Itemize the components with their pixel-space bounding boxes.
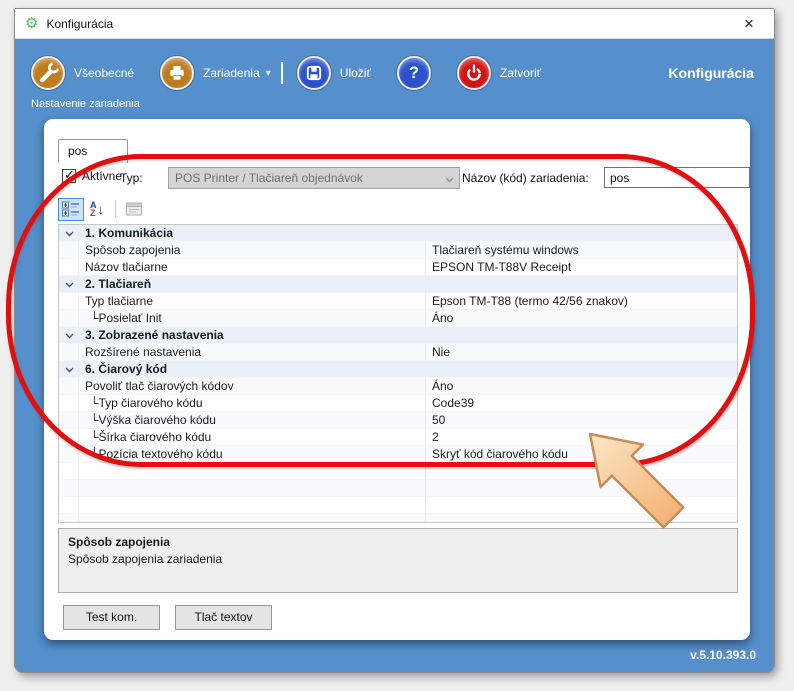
grid-row[interactable]: └Šírka čiarového kódu 2 [59,429,737,446]
description-text: Spôsob zapojenia zariadenia [68,552,728,566]
property-label: Povoliť tlač čiarových kódov [79,378,425,394]
property-value[interactable]: Skryť kód čiarového kódu [425,446,737,462]
screen: ⚙ Konfigurácia × Všeobecné [0,0,794,691]
property-label: └Pozícia textového kódu [79,446,425,462]
help-button[interactable]: ? [397,56,431,90]
category-label: 1. Komunikácia [79,225,737,241]
property-value[interactable]: Tlačiareň systému windows [425,242,737,258]
printer-icon [160,56,194,90]
category-row-zobrazene[interactable]: 3. Zobrazené nastavenia [59,327,737,344]
checkmark-icon: ✓ [64,167,75,183]
property-pages-button [121,198,147,221]
save-button[interactable]: Uložiť [297,56,371,90]
property-value[interactable]: 50 [425,412,737,428]
property-value[interactable]: 2 [425,429,737,445]
alphabetical-sort-button[interactable]: A Z ↓ [84,198,110,221]
devices-label: Zariadenia [203,66,260,80]
property-grid: 1. Komunikácia Spôsob zapojenia Tlačiare… [58,224,738,523]
device-name-label: Názov (kód) zariadenia: [462,171,589,185]
save-label: Uložiť [340,66,371,80]
empty-row [59,497,737,514]
device-header-row: ✓ Aktívne Typ: POS Printer / Tlačiareň o… [58,167,736,191]
category-label: 6. Čiarový kód [79,361,737,377]
grid-row[interactable]: Spôsob zapojenia Tlačiareň systému windo… [59,242,737,259]
description-title: Spôsob zapojenia [68,535,728,549]
chevron-down-icon [446,175,454,183]
title-bar: ⚙ Konfigurácia × [15,9,774,39]
property-description-panel: Spôsob zapojenia Spôsob zapojenia zariad… [58,528,738,593]
sort-az-icon: A Z ↓ [90,201,104,217]
pg-toolbar-separator [115,200,116,218]
active-checkbox-group[interactable]: ✓ Aktívne [62,169,122,183]
category-row-ciarovy-kod[interactable]: 6. Čiarový kód [59,361,737,378]
property-label: Typ tlačiarne [79,293,425,309]
grid-row[interactable]: Rozšírené nastavenia Nie [59,344,737,361]
device-type-value: POS Printer / Tlačiareň objednávok [175,171,363,185]
device-settings-panel: pos ✓ Aktívne Typ: POS Printer / Tlačiar… [44,119,750,640]
property-value[interactable]: Code39 [425,395,737,411]
property-label: └Výška čiarového kódu [79,412,425,428]
property-value[interactable]: Áno [425,310,737,326]
version-label: v.5.10.393.0 [690,648,756,662]
wrench-icon [31,56,65,90]
toolbar-subtitle: Nastavenie zariadenia [15,90,774,110]
category-label: 2. Tlačiareň [79,276,737,292]
bottom-button-row: Test kom. Tlač textov [63,605,272,630]
property-value[interactable]: Epson TM-T88 (termo 42/56 znakov) [425,293,737,309]
category-row-tlaciaren[interactable]: 2. Tlačiareň [59,276,737,293]
grid-row[interactable]: Povoliť tlač čiarových kódov Áno [59,378,737,395]
devices-dropdown-icon[interactable]: ▾ [266,68,271,79]
chevron-down-icon[interactable] [59,327,79,343]
property-label: Názov tlačiarne [79,259,425,275]
active-checkbox[interactable]: ✓ [62,169,76,183]
empty-row [59,480,737,497]
empty-row [59,514,737,523]
test-communication-button[interactable]: Test kom. [63,605,160,630]
general-label: Všeobecné [74,66,134,80]
window-title: Konfigurácia [46,17,113,31]
chevron-down-icon[interactable] [59,225,79,241]
close-app-button[interactable]: Zatvoriť [457,56,541,90]
app-gear-icon: ⚙ [25,16,38,31]
grid-row[interactable]: └Pozícia textového kódu Skryť kód čiarov… [59,446,737,463]
general-button[interactable]: Všeobecné [31,56,134,90]
brand-title: Konfigurácia [668,65,754,81]
property-value[interactable]: EPSON TM-T88V Receipt [425,259,737,275]
property-label: Rozšírené nastavenia [79,344,425,360]
chevron-down-icon[interactable] [59,361,79,377]
property-value[interactable]: Nie [425,344,737,360]
toolbar-separator [281,62,283,84]
property-label: └Posielať Init [79,310,425,326]
configuration-window: ⚙ Konfigurácia × Všeobecné [14,8,775,673]
floppy-icon [297,56,331,90]
tab-pos[interactable]: pos [58,139,128,163]
device-type-select: POS Printer / Tlačiareň objednávok [168,167,460,189]
propertygrid-toolbar: A Z ↓ [58,197,147,221]
grid-row[interactable]: └Posielať Init Áno [59,310,737,327]
property-label: Spôsob zapojenia [79,242,425,258]
type-label: Typ: [120,171,143,185]
category-label: 3. Zobrazené nastavenia [79,327,737,343]
chevron-down-icon[interactable] [59,276,79,292]
category-row-komunikacia[interactable]: 1. Komunikácia [59,225,737,242]
print-texts-button[interactable]: Tlač textov [175,605,272,630]
device-name-input[interactable] [604,167,750,188]
property-value[interactable]: Áno [425,378,737,394]
close-app-label: Zatvoriť [500,66,541,80]
grid-row[interactable]: Názov tlačiarne EPSON TM-T88V Receipt [59,259,737,276]
active-label: Aktívne [82,169,122,183]
categorized-view-button[interactable] [58,198,84,221]
grid-row[interactable]: └Typ čiarového kódu Code39 [59,395,737,412]
grid-row[interactable]: └Výška čiarového kódu 50 [59,412,737,429]
empty-row [59,463,737,480]
grid-row[interactable]: Typ tlačiarne Epson TM-T88 (termo 42/56 … [59,293,737,310]
devices-button[interactable]: Zariadenia [160,56,260,90]
property-label: └Typ čiarového kódu [79,395,425,411]
main-toolbar: Všeobecné Zariadenia ▾ [15,39,774,90]
window-close-button[interactable]: × [736,11,762,37]
property-label: └Šírka čiarového kódu [79,429,425,445]
power-icon [457,56,491,90]
help-icon: ? [397,56,431,90]
